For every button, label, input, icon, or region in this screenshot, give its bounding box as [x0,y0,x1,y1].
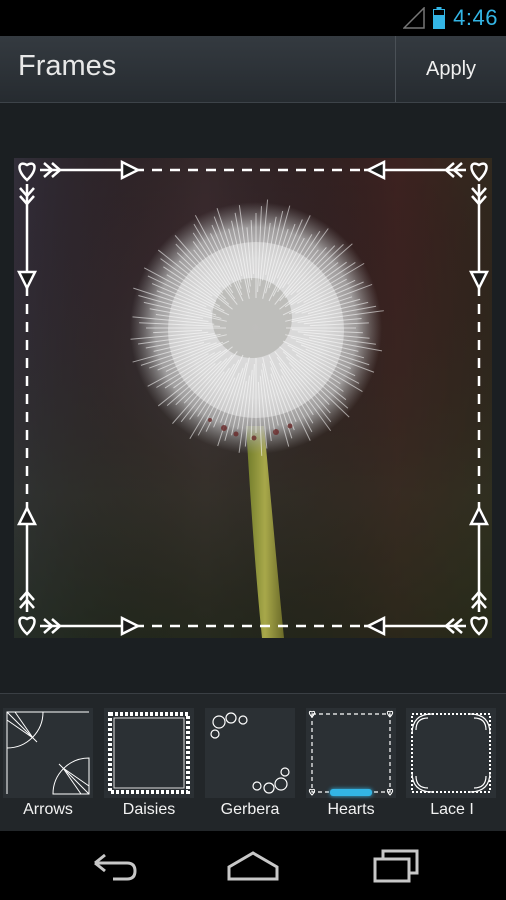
hearts-frame-preview [308,710,394,796]
frame-label-lace-i: Lace I [430,801,474,818]
frame-thumb-hearts[interactable] [306,708,396,798]
frame-label-daisies: Daisies [122,801,176,818]
frame-label-arrows: Arrows [23,801,73,818]
signal-empty-icon [403,7,425,29]
frame-label-hearts: Hearts [327,801,375,818]
daisies-frame-preview [108,712,190,794]
frame-thumb-lace-i[interactable] [406,708,496,798]
back-icon[interactable] [83,843,143,887]
action-bar: Frames Apply [0,36,506,103]
home-icon[interactable] [223,843,283,887]
status-bar: 4:46 [0,0,506,36]
status-clock: 4:46 [453,5,498,30]
apply-button[interactable]: Apply [395,36,506,102]
page-title: Frames [18,50,117,82]
lace-i-frame-preview [411,713,491,793]
dandelion-photo [14,158,492,638]
preview-area [0,103,506,693]
status-icons: 4:46 [403,4,498,32]
arrows-frame-preview [6,711,90,795]
frame-thumb-arrows[interactable] [3,708,93,798]
battery-icon [433,7,446,29]
frame-thumb-daisies[interactable] [104,708,194,798]
navigation-bar [0,831,506,900]
selected-indicator [330,789,372,796]
frame-label-gerbera: Gerbera [220,801,280,818]
photo-preview [14,158,492,638]
gerbera-frame-preview [210,712,290,794]
recent-apps-icon[interactable] [365,843,425,887]
frame-thumb-gerbera[interactable] [205,708,295,798]
frame-picker: Arrows Daisies Gerbera Hearts Lace I [0,693,506,832]
